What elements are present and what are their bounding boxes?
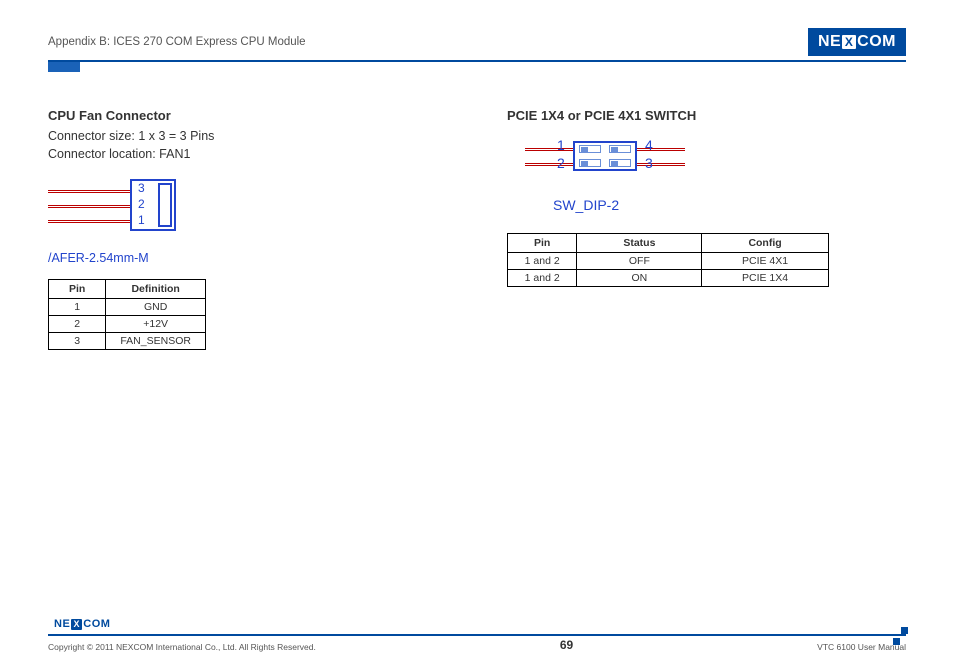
dip-knob-icon	[611, 161, 618, 167]
cell-pin: 1 and 2	[508, 270, 577, 287]
left-column: CPU Fan Connector Connector size: 1 x 3 …	[48, 108, 447, 350]
dip-slot-icon	[579, 159, 601, 167]
cell-def: FAN_SENSOR	[106, 333, 206, 350]
dip-body-icon	[573, 141, 637, 171]
cell-status: OFF	[577, 253, 702, 270]
footer-logo: NEXCOM	[48, 614, 906, 632]
th-status: Status	[577, 234, 702, 253]
cell-def: GND	[106, 299, 206, 316]
page-footer: NEXCOM Copyright © 2011 NEXCOM Internati…	[48, 614, 906, 652]
footer-square-icon	[893, 638, 900, 645]
fan-section-title: CPU Fan Connector	[48, 108, 447, 123]
page-number: 69	[560, 638, 573, 652]
dip-slot-icon	[609, 159, 631, 167]
page-header: Appendix B: ICES 270 COM Express CPU Mod…	[48, 28, 906, 62]
brand-x-icon: X	[842, 35, 856, 49]
pcie-switch-table: Pin Status Config 1 and 2 OFF PCIE 4X1 1…	[507, 233, 829, 287]
footer-rule	[48, 634, 906, 636]
dip-knob-icon	[611, 147, 618, 153]
cell-pin: 1	[49, 299, 106, 316]
dip-knob-icon	[581, 161, 588, 167]
table-row: 1 and 2 ON PCIE 1X4	[508, 270, 829, 287]
dip-slot-icon	[579, 145, 601, 153]
dip-slot-icon	[609, 145, 631, 153]
dip-diagram-label: SW_DIP-2	[553, 197, 906, 213]
table-row: 3 FAN_SENSOR	[49, 333, 206, 350]
th-config: Config	[702, 234, 828, 253]
table-row: 1 and 2 OFF PCIE 4X1	[508, 253, 829, 270]
cell-def: +12V	[106, 316, 206, 333]
fan-pin-1-label: 1	[138, 213, 145, 227]
brand-logo: NEXCOM	[808, 28, 906, 56]
cell-config: PCIE 4X1	[702, 253, 828, 270]
fan-pin-table: Pin Definition 1 GND 2 +12V 3 FAN_SENSOR	[48, 279, 206, 350]
dip-pin-2-label: 2	[557, 155, 565, 171]
table-header-row: Pin Status Config	[508, 234, 829, 253]
appendix-title: Appendix B: ICES 270 COM Express CPU Mod…	[48, 36, 306, 48]
copyright-text: Copyright © 2011 NEXCOM International Co…	[48, 642, 316, 652]
corner-tab-icon	[48, 62, 80, 72]
pcie-section-title: PCIE 1X4 or PCIE 4X1 SWITCH	[507, 108, 906, 123]
cell-pin: 1 and 2	[508, 253, 577, 270]
brand-text-post: COM	[83, 618, 110, 630]
table-header-row: Pin Definition	[49, 280, 206, 299]
dip-pin-3-label: 3	[645, 155, 653, 171]
dip-pin-4-label: 4	[645, 137, 653, 153]
th-definition: Definition	[106, 280, 206, 299]
cell-pin: 2	[49, 316, 106, 333]
right-column: PCIE 1X4 or PCIE 4X1 SWITCH 1 2 4 3 SW_D…	[507, 108, 906, 350]
connector-location-line: Connector location: FAN1	[48, 145, 447, 163]
table-row: 2 +12V	[49, 316, 206, 333]
fan-diagram-label: /AFER-2.54mm-M	[48, 251, 447, 265]
cell-config: PCIE 1X4	[702, 270, 828, 287]
connector-size-line: Connector size: 1 x 3 = 3 Pins	[48, 127, 447, 145]
brand-x-icon: X	[71, 619, 82, 630]
brand-text-pre: NE	[54, 618, 70, 630]
footer-square-icon	[901, 627, 908, 634]
cell-status: ON	[577, 270, 702, 287]
header-accent	[48, 62, 906, 74]
th-pin: Pin	[49, 280, 106, 299]
brand-text-post: COM	[857, 33, 896, 51]
table-row: 1 GND	[49, 299, 206, 316]
dip-switch-diagram: 1 2 4 3	[525, 133, 705, 193]
cell-pin: 3	[49, 333, 106, 350]
th-pin: Pin	[508, 234, 577, 253]
fan-pin-3-label: 3	[138, 181, 145, 195]
brand-text-pre: NE	[818, 33, 841, 51]
connector-inner-icon	[158, 183, 172, 227]
fan-pin-2-label: 2	[138, 197, 145, 211]
fan-connector-diagram: 3 2 1	[48, 177, 198, 247]
dip-knob-icon	[581, 147, 588, 153]
dip-pin-1-label: 1	[557, 137, 565, 153]
